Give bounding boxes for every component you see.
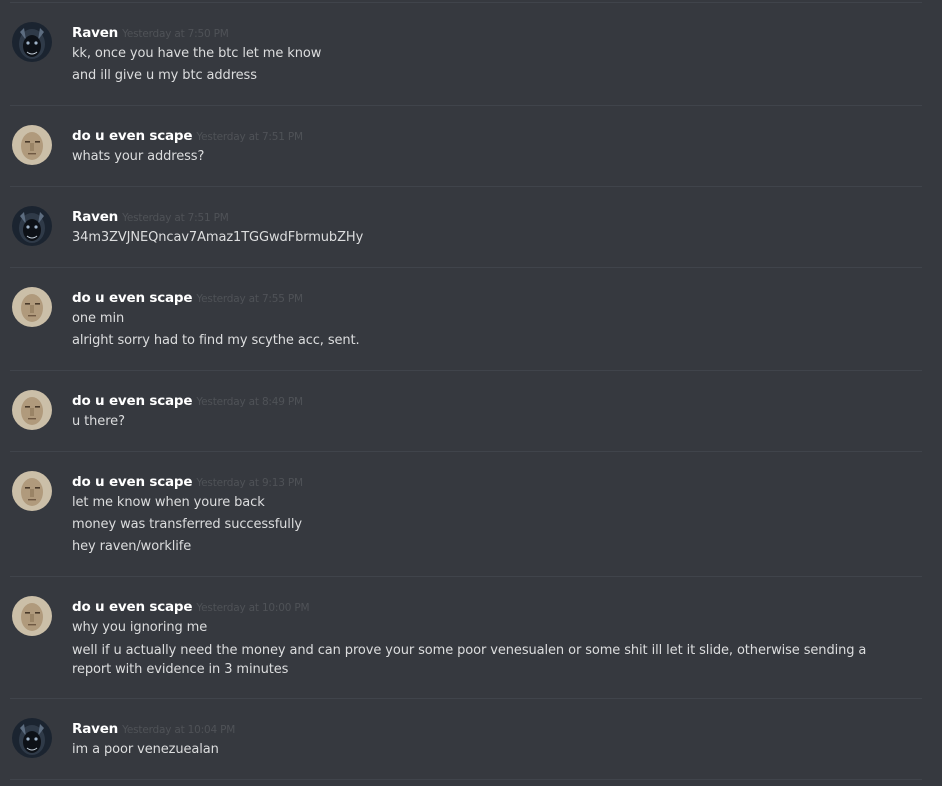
timestamp[interactable]: Yesterday at 8:49 PM bbox=[196, 396, 303, 408]
message-line: well if u actually need the money and ca… bbox=[72, 642, 867, 677]
message-content: im a poor venezuealan bbox=[72, 739, 902, 761]
message-divider bbox=[10, 267, 922, 268]
message-divider bbox=[10, 370, 922, 371]
message-divider bbox=[10, 105, 922, 106]
message-content: kk, once you have the btc let me know an… bbox=[72, 43, 902, 87]
message-line: one min bbox=[72, 311, 125, 326]
message-line: whats your address? bbox=[72, 149, 205, 164]
scape-avatar-icon[interactable] bbox=[12, 471, 52, 511]
message-header: do u even scape Yesterday at 8:49 PM bbox=[72, 390, 303, 410]
username[interactable]: Raven bbox=[72, 25, 118, 41]
message-header: Raven Yesterday at 10:04 PM bbox=[72, 718, 235, 738]
message-line: kk, once you have the btc let me know bbox=[72, 46, 322, 61]
message-divider bbox=[10, 186, 922, 187]
scape-avatar-icon[interactable] bbox=[12, 287, 52, 327]
message-line: 34m3ZVJNEQncav7Amaz1TGGwdFbrmubZHy bbox=[72, 230, 364, 245]
username[interactable]: do u even scape bbox=[72, 290, 193, 306]
message-header: do u even scape Yesterday at 7:51 PM bbox=[72, 125, 303, 145]
message-content: 34m3ZVJNEQncav7Amaz1TGGwdFbrmubZHy bbox=[72, 227, 902, 249]
timestamp[interactable]: Yesterday at 7:51 PM bbox=[122, 212, 229, 224]
username[interactable]: do u even scape bbox=[72, 599, 193, 615]
timestamp[interactable]: Yesterday at 7:51 PM bbox=[196, 131, 303, 143]
message-header: do u even scape Yesterday at 10:00 PM bbox=[72, 596, 310, 616]
scape-avatar-icon[interactable] bbox=[12, 390, 52, 430]
message-divider bbox=[10, 451, 922, 452]
message-line: why you ignoring me bbox=[72, 620, 208, 635]
timestamp[interactable]: Yesterday at 10:04 PM bbox=[122, 724, 235, 736]
message-line: and ill give u my btc address bbox=[72, 68, 257, 83]
scape-avatar-icon[interactable] bbox=[12, 125, 52, 165]
raven-avatar-icon[interactable] bbox=[12, 22, 52, 62]
message-divider bbox=[10, 779, 922, 780]
message-line: im a poor venezuealan bbox=[72, 742, 219, 757]
message-header: do u even scape Yesterday at 7:55 PM bbox=[72, 287, 303, 307]
message-line: alright sorry had to find my scythe acc,… bbox=[72, 333, 360, 348]
scape-avatar-icon[interactable] bbox=[12, 596, 52, 636]
timestamp[interactable]: Yesterday at 7:55 PM bbox=[196, 293, 303, 305]
message-line: let me know when youre back bbox=[72, 495, 265, 510]
message-header: Raven Yesterday at 7:51 PM bbox=[72, 206, 229, 226]
timestamp[interactable]: Yesterday at 7:50 PM bbox=[122, 28, 229, 40]
message-divider bbox=[10, 2, 922, 3]
timestamp[interactable]: Yesterday at 10:00 PM bbox=[196, 602, 309, 614]
message-header: Raven Yesterday at 7:50 PM bbox=[72, 22, 229, 42]
message-line: u there? bbox=[72, 414, 125, 429]
message-divider bbox=[10, 576, 922, 577]
message-content: u there? bbox=[72, 411, 902, 433]
timestamp[interactable]: Yesterday at 9:13 PM bbox=[196, 477, 303, 489]
username[interactable]: do u even scape bbox=[72, 128, 193, 144]
username[interactable]: do u even scape bbox=[72, 393, 193, 409]
message-line: hey raven/worklife bbox=[72, 539, 192, 554]
message-line: money was transferred successfully bbox=[72, 517, 302, 532]
raven-avatar-icon[interactable] bbox=[12, 206, 52, 246]
message-content: one min alright sorry had to find my scy… bbox=[72, 308, 902, 352]
message-content: whats your address? bbox=[72, 146, 902, 168]
username[interactable]: do u even scape bbox=[72, 474, 193, 490]
message-content: why you ignoring me well if u actually n… bbox=[72, 617, 902, 679]
message-content: let me know when youre back money was tr… bbox=[72, 492, 902, 558]
username[interactable]: Raven bbox=[72, 721, 118, 737]
raven-avatar-icon[interactable] bbox=[12, 718, 52, 758]
message-header: do u even scape Yesterday at 9:13 PM bbox=[72, 471, 303, 491]
message-divider bbox=[10, 698, 922, 699]
username[interactable]: Raven bbox=[72, 209, 118, 225]
